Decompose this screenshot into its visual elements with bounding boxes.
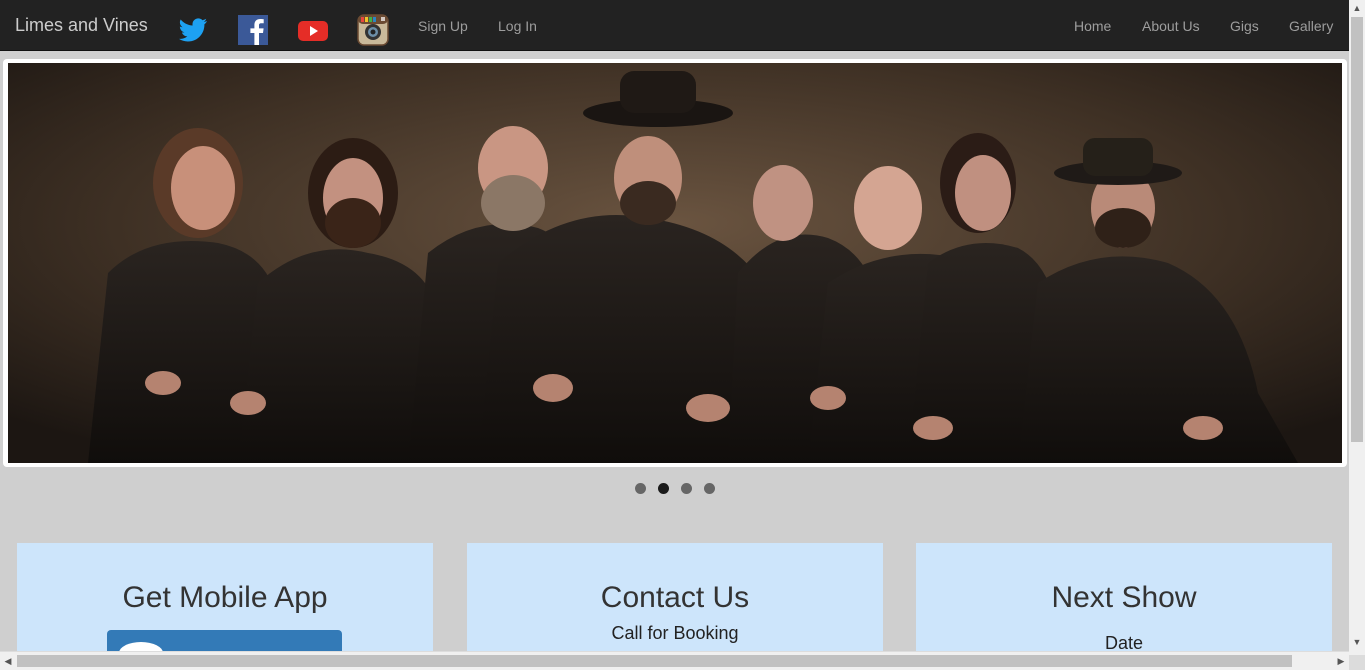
next-show-title: Next Show — [1051, 581, 1197, 614]
horizontal-scroll-thumb[interactable] — [17, 655, 1292, 667]
scroll-right-arrow-icon[interactable]: ▶ — [1333, 653, 1349, 669]
youtube-icon[interactable] — [297, 14, 329, 46]
twitter-icon[interactable] — [177, 14, 209, 46]
vertical-scrollbar[interactable]: ▲ ▼ — [1349, 0, 1365, 655]
carousel-indicator-4[interactable] — [704, 483, 715, 494]
scroll-left-arrow-icon[interactable]: ◀ — [0, 653, 16, 669]
facebook-icon[interactable] — [237, 14, 269, 46]
carousel-indicator-2[interactable] — [658, 483, 669, 494]
carousel-indicator-3[interactable] — [681, 483, 692, 494]
nav-about-us-link[interactable]: About Us — [1142, 18, 1200, 34]
top-navbar: Limes and Vines Sign Up Log In Home Abou… — [0, 0, 1349, 51]
carousel-indicator-1[interactable] — [635, 483, 646, 494]
scrollbar-corner — [1349, 655, 1365, 670]
contact-subtitle: Call for Booking — [611, 623, 739, 643]
scroll-up-arrow-icon[interactable]: ▲ — [1349, 0, 1365, 16]
mobile-app-card: Get Mobile App — [17, 543, 433, 670]
image-carousel[interactable] — [3, 59, 1347, 467]
vertical-scroll-thumb[interactable] — [1351, 17, 1363, 442]
sign-up-link[interactable]: Sign Up — [418, 18, 468, 34]
next-show-card: Next Show Date — [916, 543, 1332, 663]
brand-link[interactable]: Limes and Vines — [15, 15, 148, 36]
instagram-icon[interactable] — [357, 14, 389, 46]
contact-us-title: Contact Us — [600, 581, 750, 614]
band-photo — [8, 63, 1342, 463]
scroll-down-arrow-icon[interactable]: ▼ — [1349, 634, 1365, 650]
horizontal-scrollbar[interactable]: ◀ ▶ — [0, 651, 1349, 670]
contact-us-card: Contact Us Call for Booking — [467, 543, 883, 663]
log-in-link[interactable]: Log In — [498, 18, 537, 34]
nav-gigs-link[interactable]: Gigs — [1230, 18, 1259, 34]
mobile-app-title: Get Mobile App — [122, 581, 328, 614]
nav-gallery-link[interactable]: Gallery — [1289, 18, 1333, 34]
nav-home-link[interactable]: Home — [1074, 18, 1111, 34]
